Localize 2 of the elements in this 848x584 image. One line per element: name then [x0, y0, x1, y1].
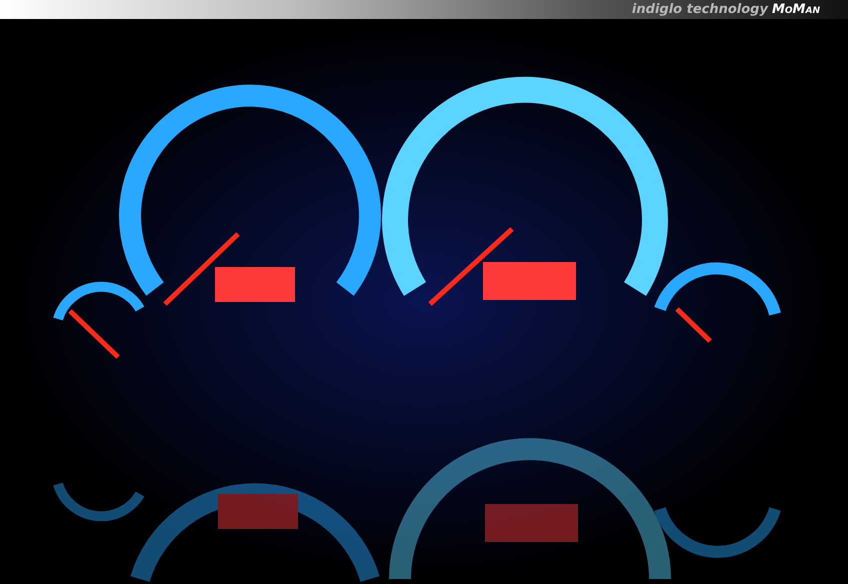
brand-name: MoMan	[772, 1, 820, 19]
tagline: indiglo technology	[632, 1, 768, 19]
